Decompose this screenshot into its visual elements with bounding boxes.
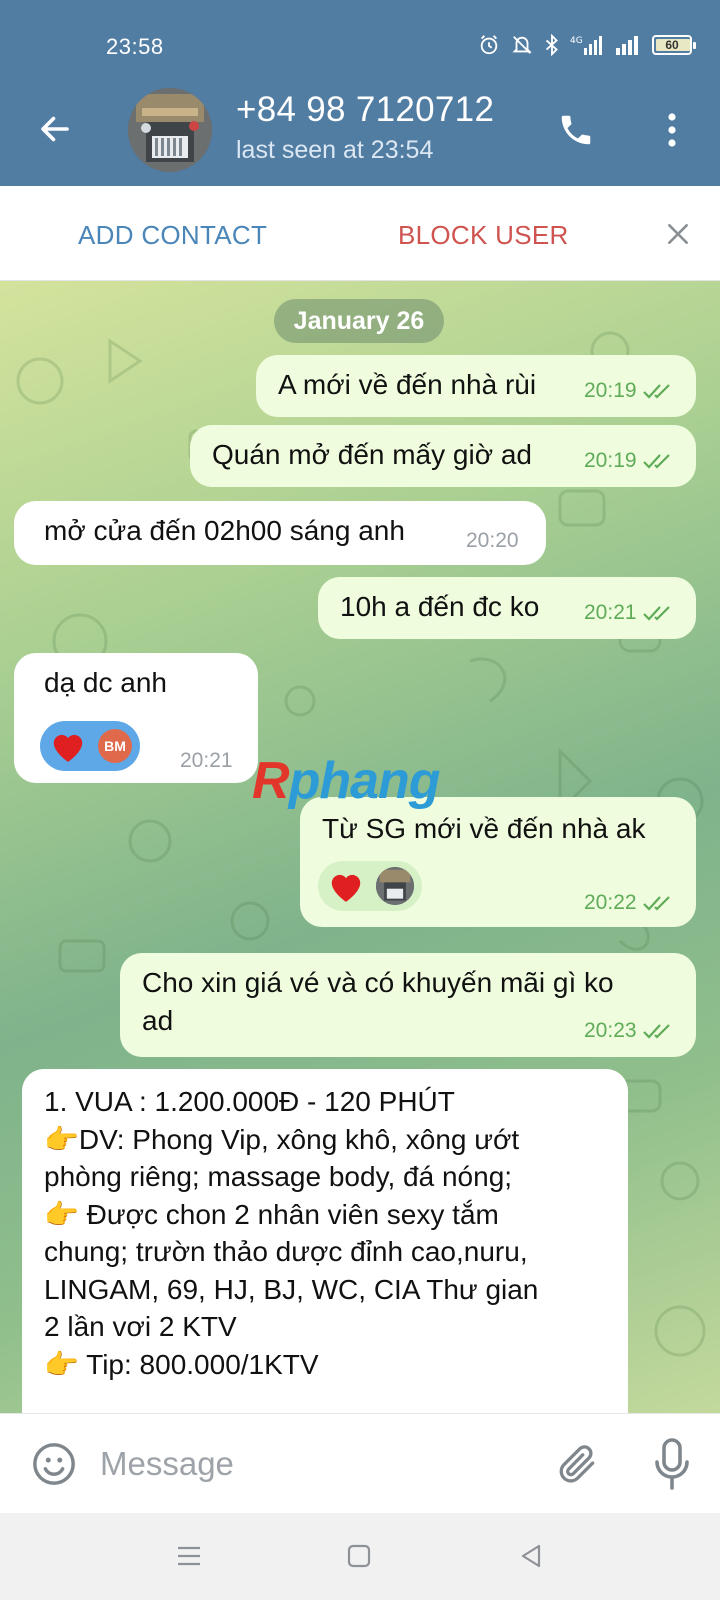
message-time: 20:23 <box>584 1019 637 1042</box>
read-ticks-icon <box>642 454 670 470</box>
message-text-line: phòng riêng; massage body, đá nóng; <box>44 1161 513 1192</box>
read-ticks-icon <box>642 384 670 400</box>
heart-reaction-icon <box>326 866 366 906</box>
more-options-button[interactable] <box>648 106 696 154</box>
menu-lines-icon <box>178 1546 200 1566</box>
message-bubble-outgoing[interactable]: A mới về đến nhà rùi 20:19 <box>256 355 696 417</box>
call-button[interactable] <box>552 106 600 154</box>
message-time: 20:22 <box>584 891 637 914</box>
read-ticks-icon <box>642 896 670 912</box>
add-contact-button[interactable]: ADD CONTACT <box>78 220 267 251</box>
read-ticks-icon <box>642 1024 670 1040</box>
close-icon <box>668 224 688 244</box>
message-text: dạ dc anh <box>44 667 167 698</box>
message-meta: 20:19 <box>584 379 673 403</box>
message-text-block: 1. VUA : 1.200.000Đ - 120 PHÚT 👉DV: Phon… <box>44 1083 538 1383</box>
message-time: 20:21 <box>180 749 233 772</box>
system-navigation-bar <box>0 1513 720 1600</box>
message-time: 20:19 <box>584 379 637 402</box>
triangle-back-icon <box>521 1544 541 1568</box>
message-text-line: ad <box>142 1005 174 1036</box>
message-input-bar <box>0 1413 720 1513</box>
message-meta: 20:23 <box>584 1019 673 1043</box>
paperclip-icon <box>559 1445 595 1483</box>
message-reactions[interactable] <box>318 861 422 911</box>
message-bubble-outgoing[interactable]: Từ SG mới về đến nhà ak 20:22 <box>300 797 696 927</box>
emoji-button[interactable] <box>28 1438 80 1490</box>
message-bubble-incoming[interactable]: 1. VUA : 1.200.000Đ - 120 PHÚT 👉DV: Phon… <box>22 1069 628 1413</box>
reaction-user-badge: BM <box>98 729 132 763</box>
phone-icon <box>561 115 591 145</box>
message-time: 20:21 <box>584 601 637 624</box>
voice-record-button[interactable] <box>646 1436 698 1492</box>
message-bubble-outgoing[interactable]: 10h a đến đc ko 20:21 <box>318 577 696 639</box>
signal-4g-icon: 4G <box>570 36 602 55</box>
message-text-line: 👉DV: Phong Vip, xông khô, xông ướt <box>44 1123 520 1155</box>
svg-text:4G: 4G <box>570 36 583 46</box>
contact-name[interactable]: +84 98 7120712 <box>236 90 494 130</box>
bluetooth-icon <box>545 34 558 56</box>
contact-action-bar: ADD CONTACT BLOCK USER <box>0 186 720 281</box>
status-time: 23:58 <box>106 34 164 59</box>
alarm-icon <box>480 35 498 55</box>
system-back-button[interactable] <box>514 1539 548 1573</box>
recent-apps-button[interactable] <box>172 1539 206 1573</box>
reaction-user-avatar <box>376 867 414 905</box>
message-meta: 20:19 <box>584 449 673 473</box>
message-text-line: 👉 Được chon 2 nhân viên sexy tắm <box>44 1198 499 1230</box>
message-bubble-outgoing[interactable]: Quán mở đến mấy giờ ad 20:19 <box>190 425 696 487</box>
more-vertical-icon <box>668 113 676 147</box>
avatar-image <box>128 88 212 172</box>
back-button[interactable] <box>30 104 80 154</box>
date-separator: January 26 <box>274 299 444 343</box>
chat-header: 23:58 4G 60 +84 98 7120712 last seen at … <box>0 0 720 186</box>
last-seen-status: last seen at 23:54 <box>236 136 434 164</box>
message-text: Từ SG mới về đến nhà ak <box>322 813 646 844</box>
message-reactions[interactable]: BM <box>40 721 140 771</box>
smiley-icon <box>33 1443 75 1485</box>
status-icons: 4G 60 <box>478 34 696 56</box>
message-text-line: 1. VUA : 1.200.000Đ - 120 PHÚT <box>44 1086 455 1117</box>
heart-reaction-icon <box>48 726 88 766</box>
battery-icon: 60 <box>652 35 696 55</box>
message-input[interactable] <box>100 1440 520 1488</box>
microphone-icon <box>655 1438 689 1490</box>
read-ticks-icon <box>642 606 670 622</box>
home-button[interactable] <box>342 1539 376 1573</box>
message-bubble-outgoing[interactable]: Cho xin giá vé và có khuyến mãi gì ko ad… <box>120 953 696 1057</box>
message-text: 10h a đến đc ko <box>340 591 540 622</box>
close-action-bar-button[interactable] <box>660 216 696 252</box>
message-bubble-incoming[interactable]: mở cửa đến 02h00 sáng anh 20:20 <box>14 501 546 565</box>
signal-icon <box>616 36 638 55</box>
message-text-line: chung; trườn thảo dược đỉnh cao,nuru, <box>44 1236 528 1267</box>
message-text: mở cửa đến 02h00 sáng anh <box>44 515 405 546</box>
arrow-left-icon <box>41 116 69 142</box>
message-time: 20:19 <box>584 449 637 472</box>
message-time: 20:20 <box>466 529 519 552</box>
status-bar: 23:58 4G 60 <box>0 0 720 92</box>
attach-button[interactable] <box>552 1438 604 1490</box>
mute-icon <box>512 36 532 54</box>
message-bubble-incoming[interactable]: dạ dc anh BM 20:21 <box>14 653 258 783</box>
block-user-button[interactable]: BLOCK USER <box>398 220 569 251</box>
message-meta: 20:22 <box>584 891 673 915</box>
message-text-line: LINGAM, 69, HJ, BJ, WC, CIA Thư gian <box>44 1273 539 1305</box>
chat-messages-area[interactable]: January 26 A mới về đến nhà rùi 20:19 Qu… <box>0 281 720 1413</box>
watermark-logo: Rphang <box>252 752 441 810</box>
message-meta: 20:21 <box>584 601 673 625</box>
message-text-line: Cho xin giá vé và có khuyến mãi gì ko <box>142 967 614 998</box>
message-text-line: 👉 Tip: 800.000/1KTV <box>44 1348 319 1380</box>
contact-avatar[interactable] <box>128 88 212 172</box>
message-text-line: 2 lần vơi 2 KTV <box>44 1311 237 1342</box>
message-text: Quán mở đến mấy giờ ad <box>212 439 532 470</box>
message-text: A mới về đến nhà rùi <box>278 369 537 400</box>
home-square-icon <box>347 1544 371 1568</box>
battery-level: 60 <box>665 38 679 52</box>
